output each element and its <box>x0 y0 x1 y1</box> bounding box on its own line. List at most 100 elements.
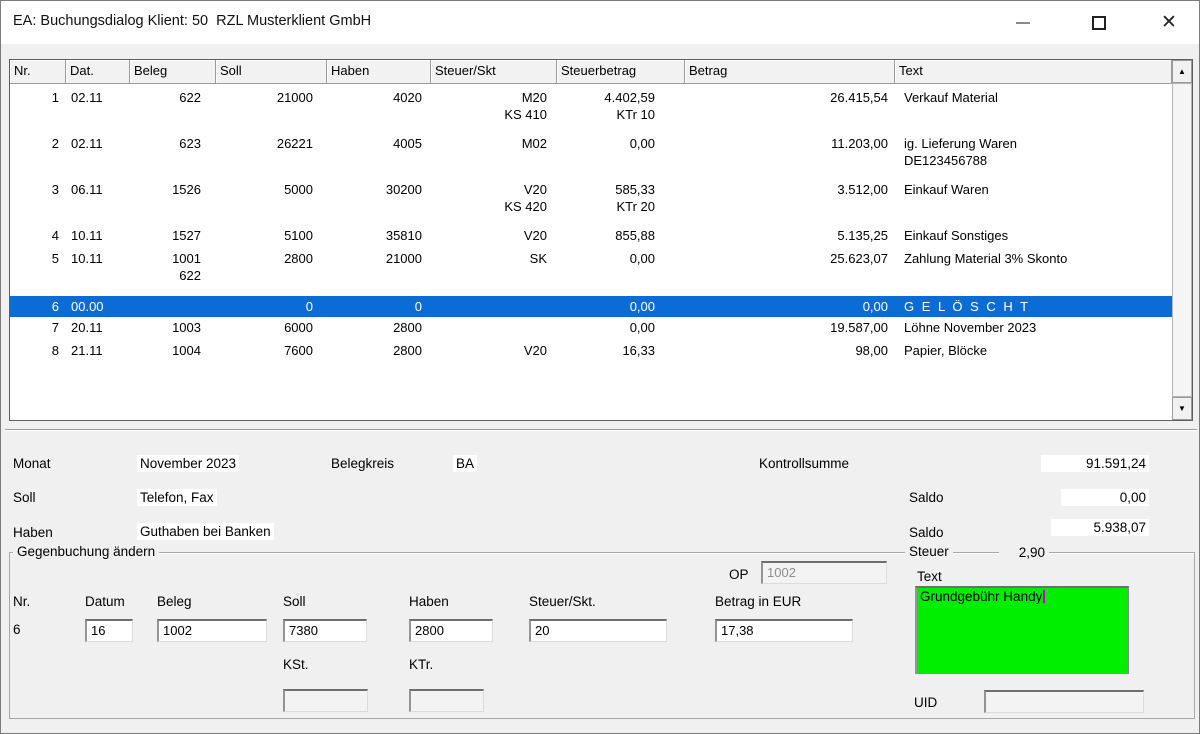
column-header[interactable]: Betrag <box>685 60 895 84</box>
cell-text: Einkauf Waren <box>895 181 1172 215</box>
cell-dat: 21.11 <box>66 342 130 359</box>
scroll-up-button[interactable]: ▲ <box>1172 60 1192 83</box>
bookings-table: Nr.Dat.BelegSollHabenSteuer/SktSteuerbet… <box>9 59 1193 421</box>
belegkreis-value: BA <box>453 455 477 472</box>
betrag-label: Betrag in EUR <box>715 594 801 609</box>
cell-haben: 30200 <box>327 181 431 215</box>
haben-summary-label: Haben <box>13 525 53 540</box>
monat-label: Monat <box>13 456 51 471</box>
cell-haben: 21000 <box>327 250 431 284</box>
soll-summary-value: Telefon, Fax <box>137 489 217 506</box>
text-field-value: Grundgebühr Handy <box>920 589 1042 604</box>
column-header[interactable]: Haben <box>327 60 431 84</box>
column-header[interactable]: Steuer/Skt <box>431 60 557 84</box>
table-row[interactable]: 102.11622210004020M20KS 4104.402,59KTr 1… <box>10 89 1172 123</box>
cell-steuerbetrag: 585,33KTr 20 <box>557 181 685 215</box>
saldo-soll-label: Saldo <box>909 490 944 505</box>
cell-dat: 00.00 <box>66 298 130 315</box>
cell-steuerbetrag: 16,33 <box>557 342 685 359</box>
cell-beleg: 1527 <box>130 227 216 244</box>
cell-betrag: 25.623,07 <box>685 250 895 284</box>
column-header[interactable]: Nr. <box>10 60 66 84</box>
cell-nr: 5 <box>10 250 66 284</box>
table-row-selected[interactable]: 600.00000,000,00G E L Ö S C H T <box>10 296 1172 317</box>
cell-text: Einkauf Sonstiges <box>895 227 1172 244</box>
cell-soll: 26221 <box>216 135 327 169</box>
table-row[interactable]: 821.11100476002800V2016,3398,00Papier, B… <box>10 342 1172 359</box>
cell-haben: 2800 <box>327 342 431 359</box>
beleg-field[interactable]: 1002 <box>157 619 267 642</box>
soll-summary-label: Soll <box>13 490 36 505</box>
maximize-icon <box>1092 16 1106 30</box>
column-header[interactable]: Steuerbetrag <box>557 60 685 84</box>
soll-field[interactable]: 7380 <box>283 619 367 642</box>
cell-betrag: 5.135,25 <box>685 227 895 244</box>
cell-steuer: M02 <box>431 135 557 169</box>
cell-beleg: 1004 <box>130 342 216 359</box>
betrag-field[interactable]: 17,38 <box>715 619 853 642</box>
text-label: Text <box>917 569 942 584</box>
haben-field[interactable]: 2800 <box>409 619 493 642</box>
minimize-button[interactable] <box>1001 1 1045 44</box>
haben-label: Haben <box>409 594 449 609</box>
steuer-skt-label: Steuer/Skt. <box>529 594 596 609</box>
cell-steuerbetrag: 4.402,59KTr 10 <box>557 89 685 123</box>
cell-text: Verkauf Material <box>895 89 1172 123</box>
cell-betrag: 11.203,00 <box>685 135 895 169</box>
cell-nr: 1 <box>10 89 66 123</box>
cell-steuer: SK <box>431 250 557 284</box>
column-header[interactable]: Beleg <box>130 60 216 84</box>
column-header[interactable]: Dat. <box>66 60 130 84</box>
haben-summary-value: Guthaben bei Banken <box>137 523 274 540</box>
table-header-row: Nr.Dat.BelegSollHabenSteuer/SktSteuerbet… <box>10 60 1172 84</box>
cell-steuerbetrag: 855,88 <box>557 227 685 244</box>
table-row[interactable]: 510.111001622280021000SK0,0025.623,07Zah… <box>10 250 1172 284</box>
cell-beleg: 1526 <box>130 181 216 215</box>
cell-steuerbetrag: 0,00 <box>557 319 685 336</box>
scroll-down-button[interactable]: ▼ <box>1172 397 1192 420</box>
saldo-soll-value: 0,00 <box>1061 489 1149 506</box>
cell-text: ig. Lieferung WarenDE123456788 <box>895 135 1172 169</box>
datum-field[interactable]: 16 <box>85 619 133 642</box>
titlebar: EA: Buchungsdialog Klient: 50 RZL Muster… <box>1 1 1199 44</box>
minimize-icon <box>1016 22 1030 24</box>
kontrollsumme-value: 91.591,24 <box>1041 455 1149 472</box>
table-row[interactable]: 202.11623262214005M020,0011.203,00ig. Li… <box>10 135 1172 169</box>
cell-steuer: V20 <box>431 227 557 244</box>
cell-beleg: 1003 <box>130 319 216 336</box>
ktr-label: KTr. <box>409 657 433 672</box>
kst-label: KSt. <box>283 657 309 672</box>
close-button[interactable]: ✕ <box>1147 1 1191 44</box>
cell-betrag: 19.587,00 <box>685 319 895 336</box>
cell-betrag: 0,00 <box>685 298 895 315</box>
kst-field <box>283 689 368 712</box>
cell-text: Papier, Blöcke <box>895 342 1172 359</box>
cell-soll: 2800 <box>216 250 327 284</box>
close-icon: ✕ <box>1161 13 1177 32</box>
cell-nr: 3 <box>10 181 66 215</box>
cell-beleg: 623 <box>130 135 216 169</box>
column-header[interactable]: Soll <box>216 60 327 84</box>
cell-nr: 4 <box>10 227 66 244</box>
cell-steuer: M20KS 410 <box>431 89 557 123</box>
cell-steuerbetrag: 0,00 <box>557 135 685 169</box>
column-header[interactable]: Text <box>895 60 1172 84</box>
table-row[interactable]: 410.111527510035810V20855,885.135,25Eink… <box>10 227 1172 244</box>
cell-haben: 35810 <box>327 227 431 244</box>
maximize-button[interactable] <box>1077 1 1121 44</box>
steuer-skt-field[interactable]: 20 <box>529 619 667 642</box>
text-field[interactable]: Grundgebühr Handy <box>915 586 1129 674</box>
cell-soll: 21000 <box>216 89 327 123</box>
uid-field <box>984 690 1144 713</box>
vertical-scrollbar[interactable]: ▲ ▼ <box>1172 60 1192 420</box>
scrollbar-track[interactable] <box>1172 83 1192 397</box>
nr-value: 6 <box>13 622 21 637</box>
cell-nr: 7 <box>10 319 66 336</box>
table-row[interactable]: 306.111526500030200V20KS 420585,33KTr 20… <box>10 181 1172 215</box>
ktr-field <box>409 689 484 712</box>
saldo-haben-value: 5.938,07 <box>1051 519 1149 536</box>
table-row[interactable]: 720.111003600028000,0019.587,00Löhne Nov… <box>10 319 1172 336</box>
cell-beleg: 622 <box>130 89 216 123</box>
nr-label: Nr. <box>13 594 30 609</box>
steuer-summary-value: 2,90 <box>999 544 1049 561</box>
